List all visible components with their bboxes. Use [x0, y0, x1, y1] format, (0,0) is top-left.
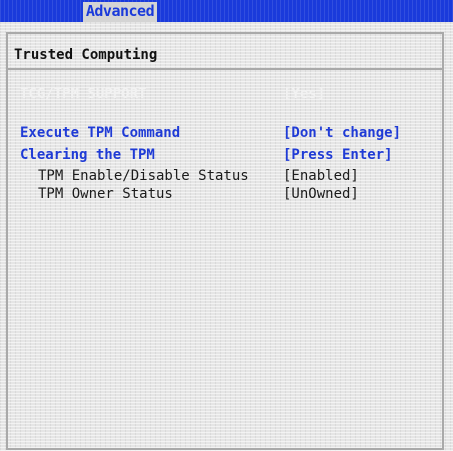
setting-value[interactable]: [Press Enter] [283, 147, 393, 164]
setting-value: [Yes] [283, 86, 326, 102]
bios-screen: Advanced Trusted Computing TCG/TPM SUPPO… [0, 0, 453, 451]
menu-bar: Advanced [0, 0, 453, 22]
setting-row-execute-tpm-command[interactable]: Execute TPM Command [Don't change] [0, 125, 453, 142]
setting-value: [Enabled] [283, 168, 359, 184]
setting-row-tpm-owner-status: TPM Owner Status [UnOwned] [0, 186, 453, 203]
setting-row-tcg-tpm-support: TCG/TPM SUPPORT [Yes] [0, 86, 453, 103]
page-title: Trusted Computing [14, 47, 158, 63]
tab-advanced[interactable]: Advanced [83, 2, 157, 22]
setting-label: TPM Owner Status [38, 186, 173, 202]
title-divider [8, 68, 442, 70]
setting-label[interactable]: Clearing the TPM [20, 147, 155, 164]
setting-label: TCG/TPM SUPPORT [20, 86, 147, 102]
setting-label[interactable]: Execute TPM Command [20, 125, 180, 142]
setting-value: [UnOwned] [283, 186, 359, 202]
setting-row-clearing-the-tpm[interactable]: Clearing the TPM [Press Enter] [0, 147, 453, 164]
setting-label: TPM Enable/Disable Status [38, 168, 249, 184]
setting-value[interactable]: [Don't change] [283, 125, 401, 142]
setting-row-tpm-enable-disable-status: TPM Enable/Disable Status [Enabled] [0, 168, 453, 185]
settings-panel: Trusted Computing TCG/TPM SUPPORT [Yes] … [0, 22, 453, 451]
